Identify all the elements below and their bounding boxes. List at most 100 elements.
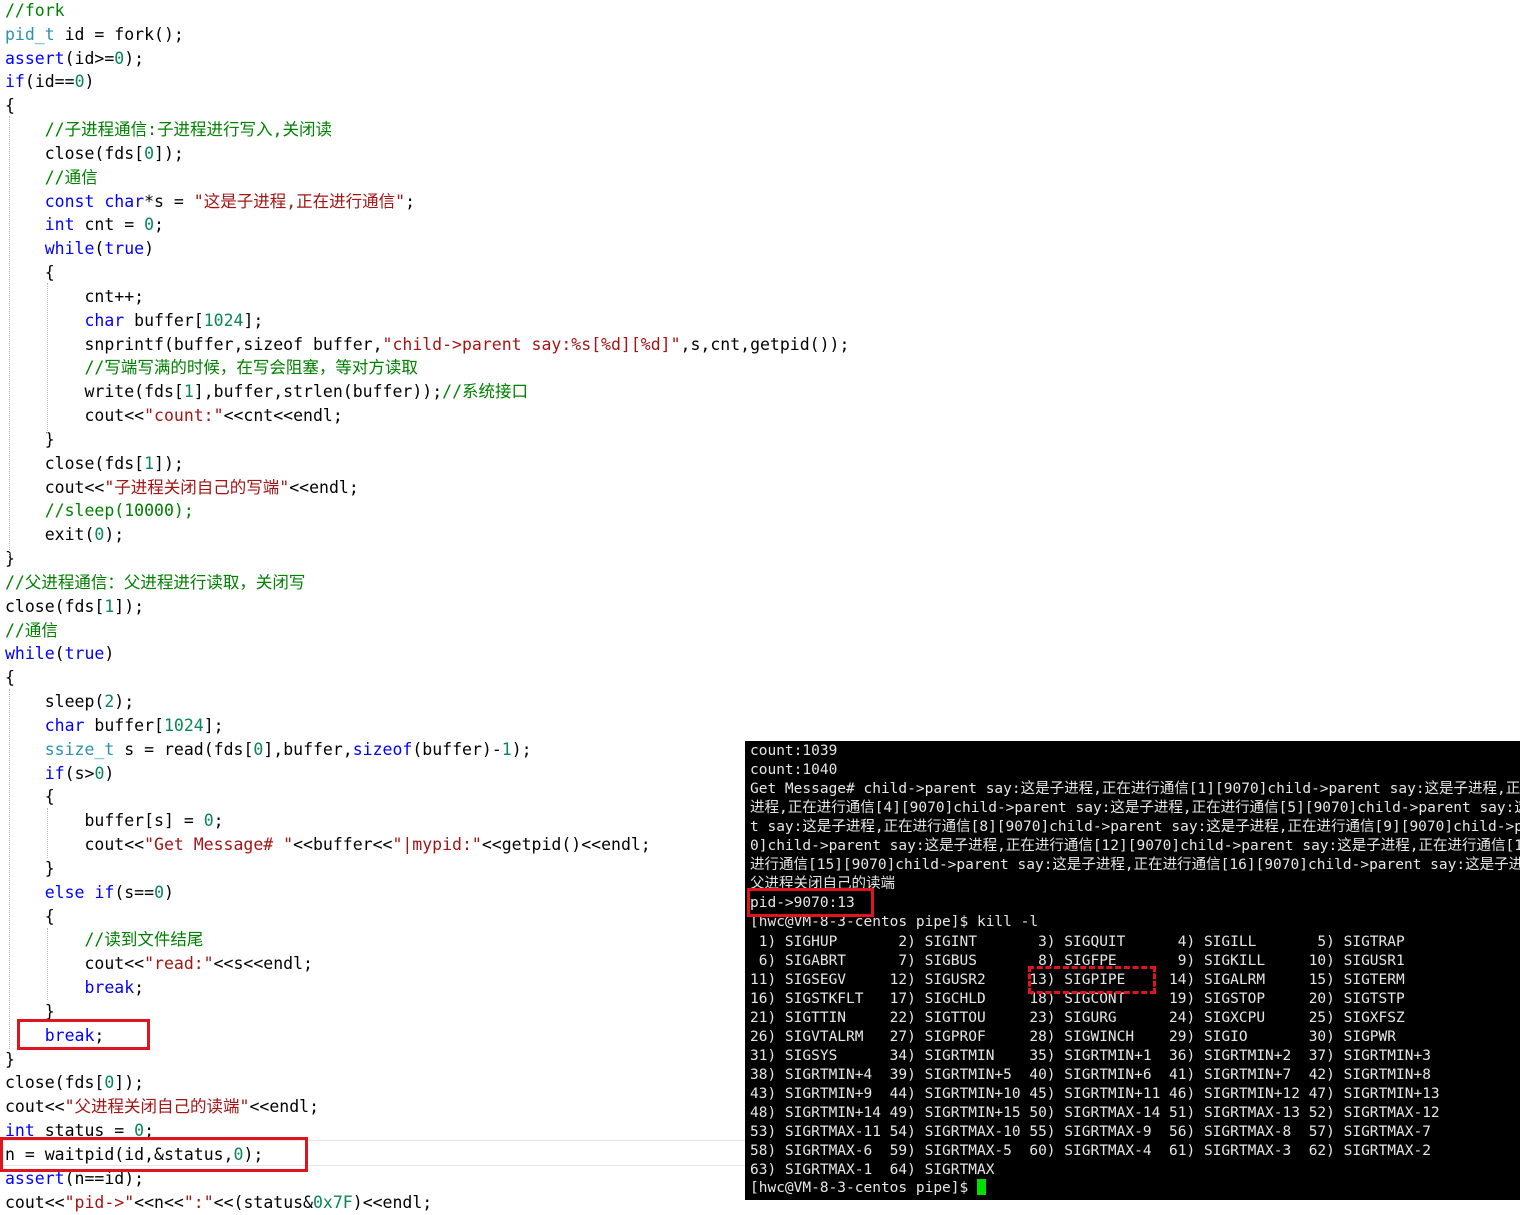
code-line: //读到文件结尾: [5, 928, 203, 952]
code-line: if(s>0): [5, 762, 115, 786]
code-token: //通信: [44, 167, 98, 187]
code-line: cout<<"pid->"<<n<<":"<<(status&0x7F)<<en…: [5, 1191, 432, 1215]
terminal-line: 38) SIGRTMIN+4 39) SIGRTMIN+5 40) SIGRTM…: [750, 1066, 1431, 1083]
code-line: //通信: [5, 619, 58, 643]
code-token: ]: [263, 739, 274, 759]
code-token: s>: [74, 763, 95, 783]
code-token: (: [163, 334, 174, 354]
code-line: buffer[s] = 0;: [5, 809, 224, 833]
code-token: (: [64, 48, 75, 68]
code-token: id==: [34, 72, 75, 92]
code-token: ;: [134, 978, 145, 998]
code-token: ;: [173, 453, 184, 473]
code-token: (: [342, 382, 353, 402]
code-token: 1: [501, 739, 512, 759]
code-token: ":": [183, 1192, 214, 1212]
code-token: ): [163, 453, 174, 473]
code-token: //写端写满的时候，在写会阻塞，等对方读取: [84, 358, 418, 378]
code-token: snprintf: [5, 334, 164, 354]
code-line: //fork: [5, 0, 65, 23]
code-token: {: [44, 263, 55, 283]
code-token: status&: [243, 1192, 313, 1212]
code-token: (: [94, 453, 105, 473]
code-token: {: [44, 787, 55, 807]
code-token: {: [5, 96, 15, 116]
code-line: close(fds[1]);: [5, 452, 184, 476]
code-token: ): [511, 739, 522, 759]
code-token: <<endl;: [581, 835, 651, 855]
code-token: cnt++;: [5, 286, 145, 306]
code-token: break: [84, 978, 135, 998]
terminal-prompt-line[interactable]: [hwc@VM-8-3-centos pipe]$: [750, 1179, 986, 1198]
code-token: //读到文件结尾: [84, 930, 204, 950]
terminal-line: 48) SIGRTMIN+14 49) SIGRTMIN+15 50) SIGR…: [750, 1104, 1440, 1121]
code-token: while: [44, 239, 95, 259]
code-token: [: [193, 310, 204, 330]
code-token: (: [54, 596, 65, 616]
code-token: "这是子进程,正在进行通信": [193, 191, 406, 211]
code-token: 0: [94, 763, 105, 783]
code-token: ;: [405, 191, 416, 211]
code-token: (: [94, 239, 105, 259]
code-token: }: [44, 858, 55, 878]
code-line: char buffer[1024];: [5, 309, 263, 333]
code-token: (: [54, 1073, 65, 1093]
code-token: ;: [134, 1073, 145, 1093]
terminal-line: 21) SIGTTIN 22) SIGTTOU 23) SIGURG 24) S…: [750, 1009, 1405, 1026]
code-token: ;: [134, 48, 145, 68]
code-token: close: [5, 596, 55, 616]
code-token: cout<<: [5, 1097, 65, 1117]
code-token: int: [44, 215, 75, 235]
code-line: {: [5, 261, 55, 285]
code-token: "child->parent say:%s[%d][%d]": [382, 334, 681, 354]
indent-guide: [47, 283, 48, 433]
code-token: 1: [144, 453, 155, 473]
code-token: ,s,cnt,getpid: [680, 334, 810, 354]
code-token: const: [44, 191, 95, 211]
code-token: ;: [839, 334, 850, 354]
code-token: ;: [213, 811, 224, 831]
code-token: [: [134, 143, 145, 163]
code-token: //sleep(10000);: [44, 501, 194, 521]
code-token: (: [203, 739, 214, 759]
terminal-window[interactable]: count:1039 count:1040 Get Message# child->…: [745, 741, 1520, 1200]
code-token: 2: [104, 692, 115, 712]
code-token: sizeof: [352, 739, 413, 759]
code-token: s: [154, 811, 164, 831]
code-token: 0: [94, 525, 105, 545]
code-token: //系统接口: [442, 382, 529, 402]
code-token: (: [54, 644, 65, 664]
code-token: fds: [144, 382, 174, 402]
code-line: if(id==0): [5, 70, 94, 94]
code-token: (: [94, 692, 105, 712]
code-token: 1: [183, 382, 194, 402]
code-token: <<endl;: [362, 1192, 433, 1212]
code-token: ;: [173, 143, 184, 163]
code-token: ;: [253, 310, 264, 330]
code-token: ;: [134, 596, 145, 616]
code-token: if: [94, 882, 115, 902]
waitpid-highlight-box: [0, 1137, 308, 1172]
code-token: ): [84, 72, 95, 92]
code-token: buffer: [422, 739, 482, 759]
code-token: (: [134, 382, 145, 402]
exit-status-highlight-box: [747, 888, 874, 917]
indent-guide: [47, 808, 48, 858]
code-token: (: [84, 525, 95, 545]
terminal-line: 26) SIGVTALRM 27) SIGPROF 28) SIGWINCH 2…: [750, 1028, 1397, 1045]
code-token: //子进程通信:子进程进行写入,关闭读: [44, 120, 332, 140]
code-line: {: [5, 94, 15, 118]
code-token: s==: [124, 882, 155, 902]
code-token: buffer: [5, 811, 145, 831]
code-line: cout<<"父进程关闭自己的读端"<<endl;: [5, 1095, 319, 1119]
code-token: "pid->": [64, 1192, 135, 1212]
code-token: ): [829, 334, 840, 354]
code-line: close(fds[0]);: [5, 142, 184, 166]
